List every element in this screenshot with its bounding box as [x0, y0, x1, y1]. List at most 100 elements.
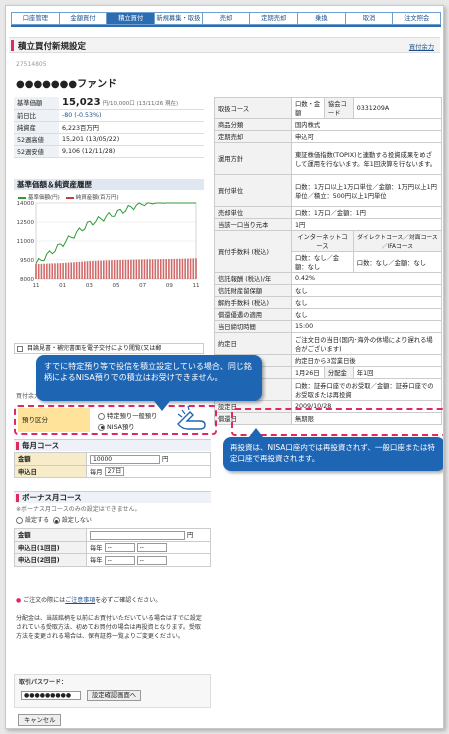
aum-bar [94, 260, 97, 279]
aum-bar [181, 258, 184, 279]
info-label: 定期売却 [214, 130, 292, 143]
bonus-yes-radio[interactable] [16, 517, 23, 524]
low-value: 9,106 (12/11/28) [59, 145, 204, 158]
nav-chart: 14000125001100095008000 11 01 03 05 07 09 11 [17, 201, 200, 289]
info-row: 運用方針 東証株価指数(TOPIX)と連動する投資成果をめざして運用を行ないます。… [214, 142, 442, 175]
info-label: 運用方針 [214, 142, 292, 175]
aum-bar [40, 263, 43, 279]
main-tabs: 口座管理 金額買付 積立買付 新規募集・取扱 売却 定期売却 乗換 取消 注文照… [11, 12, 442, 25]
info-row: 商品分類 国内株式 [214, 118, 442, 131]
aum-bar [162, 259, 165, 279]
aum-bar [102, 260, 105, 279]
price-row: 純資産 6,223百万円 [14, 121, 204, 134]
aum-bar [165, 259, 167, 279]
aum-bar [89, 261, 92, 279]
aum-bar [51, 263, 54, 279]
bonus-date1-label: 申込日(1回目) [14, 540, 87, 554]
tab-cancel[interactable]: 取消 [345, 12, 394, 25]
tab-amount-buy[interactable]: 金額買付 [59, 12, 108, 25]
info-value: 15:00 [291, 320, 442, 333]
confirm-button[interactable]: 設定確認画面へ [87, 690, 142, 701]
bonus-day1-select[interactable]: -- [136, 543, 167, 552]
info-row: 当日締切時間 15:00 [214, 320, 442, 333]
monthly-course-heading: 毎月コース [14, 439, 211, 451]
fund-code: 27514805 [16, 61, 47, 68]
consent-checkbox[interactable] [17, 346, 23, 352]
aum-bar [178, 258, 181, 279]
x-tick-label: 09 [166, 283, 173, 289]
price-label: 基準価額 [14, 97, 59, 110]
y-tick-label: 12500 [17, 220, 35, 226]
info-row: 定期売却 申込可 [214, 130, 442, 143]
high-value: 15,201 (13/05/22) [59, 133, 204, 146]
tab-accumulation-buy[interactable]: 積立買付 [107, 12, 156, 25]
tab-switch[interactable]: 乗換 [298, 12, 346, 25]
bonus-month1-select[interactable]: -- [104, 543, 135, 552]
bonus-date2-row: 申込日(2回目) 毎年 -- -- [14, 553, 211, 567]
aum-bar [173, 258, 176, 279]
tab-periodic-sell[interactable]: 定期売却 [250, 12, 299, 25]
nisa-note-bubble: すでに特定預り等で投信を積立設定している場合、同じ銘柄によるNISA預りでの積立… [36, 355, 262, 411]
info-label: 分配金 [323, 366, 354, 379]
aum-bar [132, 259, 135, 279]
chart-title: 基準価額＆純資産履歴 [14, 179, 204, 190]
aum-bar [46, 263, 48, 279]
bonus-no-label: 設定しない [61, 517, 92, 524]
aum-bar [73, 262, 75, 279]
info-value: 口数：証券口座でのお受取／金額：証券口座でのお受取または再投資 [291, 378, 442, 401]
aum-bar [116, 260, 119, 279]
fee-head-direct: ダイレクトコース／対面コース／IFAコース [352, 230, 443, 252]
aum-bar [48, 263, 51, 279]
bonus-no-radio[interactable] [52, 517, 60, 524]
bonus-day2-select[interactable]: -- [136, 555, 167, 565]
info-row: 買付単位 口数：1万口以上1万口単位／金額：1万円以上1円単位／積立：500円以上… [214, 174, 442, 207]
tab-sell[interactable]: 売却 [202, 12, 251, 25]
info-value: 口数・金額 [291, 97, 325, 119]
aum-bar [121, 259, 124, 279]
title-accent [11, 40, 14, 51]
buying-power-link[interactable]: 買付余力 [409, 42, 434, 51]
aum-bar [105, 260, 108, 279]
aum-bar [143, 259, 146, 279]
tab-new-offer[interactable]: 新規募集・取扱 [155, 12, 203, 25]
pointing-hand-icon [177, 405, 206, 430]
bonus-month2-select[interactable]: -- [104, 555, 135, 565]
price-label: 前日比 [14, 109, 59, 122]
fee-internet-value: 口数：なし／金額：なし [291, 251, 354, 273]
info-label: 償還優遇の適用 [214, 308, 292, 321]
password-label: 取引パスワード： [19, 679, 68, 686]
info-row: 約定日 ご注文日の当日(国内･海外の休場により遅れる場合がございます) [214, 332, 442, 355]
price-label: 52週安値 [14, 145, 59, 158]
x-tick-label: 11 [33, 283, 40, 289]
monthly-amount-input[interactable]: 10000 [90, 454, 160, 464]
aum-bar [84, 261, 86, 279]
aum-bar [59, 263, 62, 279]
info-label: 信託報酬 (税込)/年 [214, 272, 292, 285]
fee-head-internet: インターネットコース [291, 230, 354, 252]
aum-bar [108, 260, 111, 279]
aum-bar [168, 259, 170, 279]
price-table: 基準価額 15,023 円/10,000口 (13/11/26 現在) 前日比 -8… [14, 97, 204, 158]
info-row: 信託報酬 (税込)/年 0.42% [214, 272, 442, 285]
bonus-prefix: 毎年 [90, 557, 103, 564]
info-row: 当該一口当り元本 1円 [214, 218, 442, 231]
aum-bar [37, 263, 40, 279]
password-input[interactable]: ●●●●●●●●● [21, 691, 81, 700]
tab-order-inquiry[interactable]: 注文照会 [393, 12, 442, 25]
bonus-date2-label: 申込日(2回目) [14, 553, 87, 567]
nav-unit: 円/10,000口 (13/11/26 現在) [102, 101, 179, 108]
info-label: 解約手数料 (税込) [214, 296, 292, 309]
aum-bar [195, 258, 197, 279]
aum-bar [86, 261, 89, 279]
bonus-amount-row: 金額 円 [14, 528, 211, 542]
ebook-consent-row[interactable]: 目論見書・補完書面を電子交付により閲覧(又は郵 [14, 343, 204, 354]
bonus-amount-input[interactable] [90, 530, 185, 540]
cancel-button[interactable]: キャンセル [18, 714, 62, 726]
consent-label: 目論見書・補完書面を電子交付により閲覧(又は郵 [27, 345, 162, 352]
monthly-date-select[interactable]: 27日 [104, 467, 125, 476]
info-value: 0.42% [291, 272, 442, 285]
notice-link[interactable]: ご注意事項 [65, 597, 95, 604]
aum-bar [192, 258, 195, 279]
tab-account[interactable]: 口座管理 [11, 12, 60, 25]
aum-bar [111, 260, 113, 279]
